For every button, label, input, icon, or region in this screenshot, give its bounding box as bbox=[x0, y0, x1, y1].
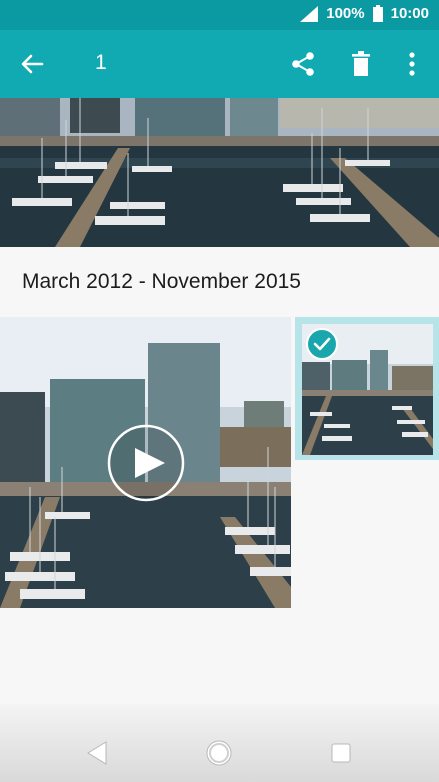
photo-harbor-top[interactable] bbox=[0, 98, 439, 247]
status-bar: 100% 10:00 bbox=[0, 0, 439, 30]
circle-home-icon[interactable] bbox=[205, 739, 233, 767]
battery-icon bbox=[372, 5, 383, 22]
status-right: 100% 10:00 bbox=[300, 5, 429, 22]
video-thumbnail[interactable] bbox=[0, 317, 291, 608]
app-bar: 1 bbox=[0, 30, 439, 98]
square-recents-icon[interactable] bbox=[331, 743, 351, 763]
clock: 10:00 bbox=[390, 5, 429, 22]
arrow-back-icon[interactable] bbox=[18, 50, 46, 78]
triangle-back-icon[interactable] bbox=[86, 741, 108, 765]
share-icon[interactable] bbox=[289, 50, 317, 78]
section-title: March 2012 - November 2015 bbox=[22, 270, 301, 293]
selected-count: 1 bbox=[95, 51, 107, 74]
check-circle-icon[interactable] bbox=[306, 328, 338, 360]
trash-icon[interactable] bbox=[348, 50, 374, 78]
harbor-top-image bbox=[0, 98, 439, 247]
system-nav-bar bbox=[0, 704, 439, 782]
signal-icon bbox=[300, 5, 319, 22]
more-vert-icon[interactable] bbox=[402, 50, 422, 78]
play-icon[interactable] bbox=[107, 424, 185, 502]
battery-percent: 100% bbox=[326, 5, 365, 22]
